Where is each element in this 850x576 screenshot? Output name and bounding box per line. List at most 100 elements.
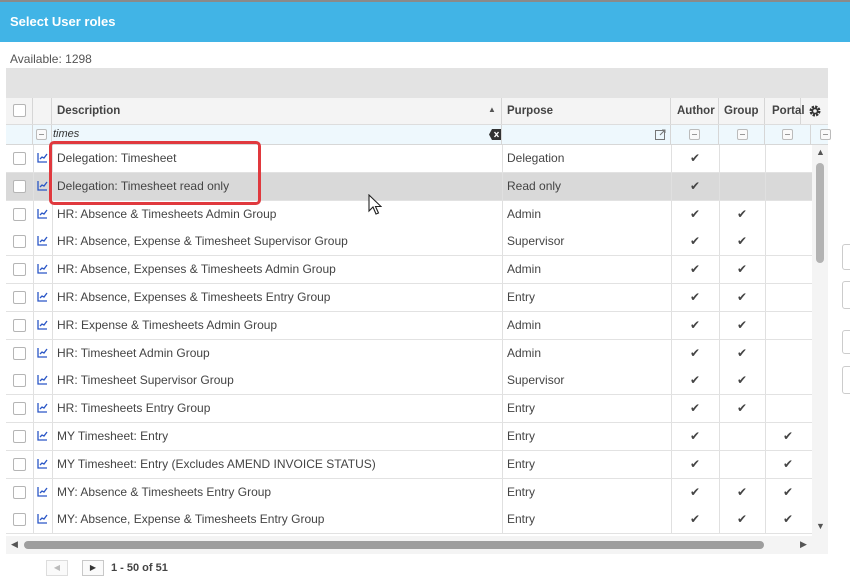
row-checkbox[interactable] [13,263,26,276]
edit-chart-icon[interactable] [37,319,48,330]
row-checkbox[interactable] [13,208,26,221]
row-checkbox[interactable] [13,402,26,415]
row-checkbox[interactable] [13,513,26,526]
column-header-portal[interactable]: Portal [772,98,805,125]
row-checkbox[interactable] [13,374,26,387]
edit-chart-icon[interactable] [37,513,48,524]
row-purpose: Entry [507,512,536,526]
row-portal-check: ✔ [782,429,794,443]
table-row[interactable]: HR: Timesheets Entry Group Entry ✔ ✔ [6,395,812,423]
row-checkbox[interactable] [13,347,26,360]
open-external-icon[interactable] [655,129,666,140]
column-header-description[interactable]: Description [57,98,120,125]
table-row[interactable]: HR: Absence, Expenses & Timesheets Admin… [6,256,812,284]
mouse-cursor-icon [368,194,382,215]
table-row[interactable]: HR: Timesheet Supervisor Group Supervisor… [6,367,812,395]
table-row[interactable]: HR: Timesheet Admin Group Admin ✔ ✔ [6,340,812,368]
extra-filter-toggle[interactable] [820,129,831,140]
edit-chart-icon[interactable] [37,430,48,441]
row-purpose: Admin [507,207,542,221]
prev-page-button[interactable]: ◀ [46,560,68,576]
description-filter-input[interactable]: times [53,128,79,140]
next-page-button[interactable]: ▶ [82,560,104,576]
horizontal-scrollbar[interactable]: ◀ ▶ [6,536,828,554]
row-author-check: ✔ [689,262,701,276]
row-checkbox[interactable] [13,180,26,193]
row-purpose: Admin [507,346,542,360]
filter-toggle[interactable] [36,129,47,140]
side-panel-edge [842,281,850,309]
row-author-check: ✔ [689,512,701,526]
row-author-check: ✔ [689,318,701,332]
table-row[interactable]: MY: Absence & Timesheets Entry Group Entr… [6,479,812,507]
row-author-check: ✔ [689,429,701,443]
scroll-right-icon[interactable]: ▶ [800,539,807,550]
row-description: HR: Absence, Expense & Timesheet Supervi… [57,234,348,248]
vertical-scrollbar[interactable]: ▲ ▼ [812,145,828,536]
side-panel-edge [842,366,850,394]
row-checkbox[interactable] [13,291,26,304]
vertical-scroll-thumb[interactable] [816,163,824,263]
select-all-checkbox[interactable] [13,104,26,117]
row-author-check: ✔ [689,290,701,304]
author-filter-toggle[interactable] [689,129,700,140]
scroll-down-icon[interactable]: ▼ [816,521,825,531]
table-row[interactable]: HR: Absence & Timesheets Admin Group Admi… [6,201,812,229]
edit-chart-icon[interactable] [37,208,48,219]
table-row[interactable]: HR: Absence, Expenses & Timesheets Entry… [6,284,812,312]
row-author-check: ✔ [689,151,701,165]
row-checkbox[interactable] [13,486,26,499]
side-panel-edge [842,330,850,354]
group-filter-toggle[interactable] [737,129,748,140]
scroll-up-icon[interactable]: ▲ [816,147,825,157]
portal-filter-toggle[interactable] [782,129,793,140]
table-row[interactable]: MY Timesheet: Entry (Excludes AMEND INVO… [6,451,812,479]
edit-chart-icon[interactable] [37,347,48,358]
row-group-check [732,451,752,478]
column-header-group[interactable]: Group [724,98,759,125]
sort-asc-icon[interactable]: ▲ [488,105,496,114]
row-description: MY Timesheet: Entry (Excludes AMEND INVO… [57,457,376,471]
row-checkbox[interactable] [13,152,26,165]
table-row[interactable]: HR: Absence, Expense & Timesheet Supervi… [6,228,812,256]
table-row[interactable]: MY: Absence, Expense & Timesheets Entry … [6,506,812,534]
row-checkbox[interactable] [13,430,26,443]
edit-chart-icon[interactable] [37,458,48,469]
row-purpose: Admin [507,262,542,276]
row-description: MY: Absence & Timesheets Entry Group [57,485,272,499]
edit-chart-icon[interactable] [37,402,48,413]
row-group-check: ✔ [736,262,748,276]
horizontal-scroll-thumb[interactable] [24,541,764,549]
row-portal-check [778,201,798,228]
edit-chart-icon[interactable] [37,263,48,274]
row-portal-check: ✔ [782,457,794,471]
edit-chart-icon[interactable] [37,235,48,246]
row-group-check: ✔ [736,318,748,332]
edit-chart-icon[interactable] [37,486,48,497]
row-checkbox[interactable] [13,458,26,471]
edit-chart-icon[interactable] [37,291,48,302]
clear-filter-icon[interactable] [489,129,501,140]
row-checkbox[interactable] [13,319,26,332]
table-row[interactable]: HR: Expense & Timesheets Admin Group Admi… [6,312,812,340]
row-group-check: ✔ [736,290,748,304]
row-portal-check [778,340,798,367]
column-header-author[interactable]: Author [677,98,715,125]
row-group-check: ✔ [736,485,748,499]
row-author-check: ✔ [689,234,701,248]
edit-chart-icon[interactable] [37,180,48,191]
edit-chart-icon[interactable] [37,374,48,385]
gear-icon[interactable] [808,104,822,118]
row-group-check: ✔ [736,401,748,415]
row-purpose: Entry [507,485,536,499]
column-header-purpose[interactable]: Purpose [507,98,553,125]
row-author-check: ✔ [689,401,701,415]
edit-chart-icon[interactable] [37,152,48,163]
row-author-check: ✔ [689,457,701,471]
row-purpose: Entry [507,290,536,304]
row-portal-check [778,312,798,339]
pager: ◀ ▶ 1 - 50 of 51 [40,560,440,576]
table-row[interactable]: MY Timesheet: Entry Entry ✔ ✔ [6,423,812,451]
row-checkbox[interactable] [13,235,26,248]
scroll-left-icon[interactable]: ◀ [11,539,18,550]
